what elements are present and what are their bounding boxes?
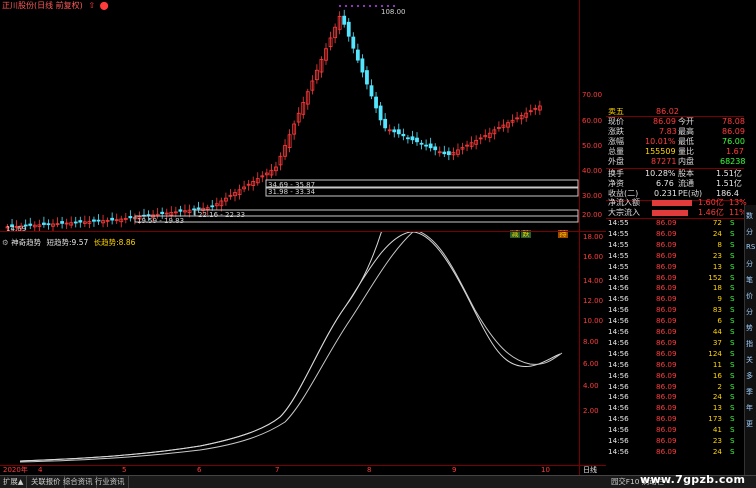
- quote-row: 涨跌 7.83 最高 86.09: [608, 127, 745, 136]
- tick-row: 14:56 86.09 18 S: [608, 283, 735, 293]
- money-flow: 净流入额 1.60亿 13% 大宗流入 1.46亿 11%: [606, 198, 747, 218]
- side-tool-button[interactable]: 关: [746, 355, 753, 365]
- trend-chart: [19, 232, 563, 463]
- tick-list[interactable]: 14:55 86.09 72 S 14:55 86.09 24 S 14:55 86.09 8 S 14…: [606, 219, 744, 465]
- tick-row: 14:55 86.09 24 S: [608, 228, 735, 238]
- axis-tick: 12.00: [583, 297, 604, 305]
- indicator-axis: 18.00 16.00 14.00 12.00 10.00 8.00 6.00 …: [583, 232, 606, 465]
- quote-row: 净资 6.76 流通 1.51亿: [608, 179, 742, 188]
- marker-icon: ⬤: [99, 1, 109, 10]
- date-label: 2020年: [3, 466, 28, 474]
- tick-row: 14:56 86.09 9 S: [608, 294, 735, 304]
- tick-row: 14:56 86.09 13 S: [608, 403, 735, 413]
- quote-topcut: 卖五 86.02: [608, 108, 679, 116]
- flow-row: 净流入额 1.60亿 13%: [608, 198, 747, 207]
- axis-tick: 40.00: [582, 167, 603, 175]
- price-annotation: 34.69 - 35.87: [268, 181, 316, 189]
- axis-tick: 50.00: [582, 142, 603, 150]
- short-trend-line-2: [19, 232, 561, 462]
- tick-row: 14:56 86.09 124 S: [608, 348, 735, 358]
- axis-tick: 70.00: [582, 91, 603, 99]
- axis-tick: 14.00: [583, 277, 604, 285]
- axis-tick: 60.00: [582, 117, 603, 125]
- axis-tick: 18.00: [583, 233, 604, 241]
- tick-row: 14:56 86.09 23 S: [608, 436, 735, 445]
- quote-row: 总量 155509 量比 1.67: [608, 147, 744, 156]
- tick-row: 14:56 86.09 6 S: [608, 316, 735, 326]
- axis-tick: 16.00: [583, 253, 604, 261]
- tick-row: 14:56 86.09 173 S: [608, 414, 735, 424]
- quote-row: 涨幅 10.01% 最低 76.00: [608, 137, 745, 146]
- side-tool-button[interactable]: 指: [746, 339, 753, 349]
- tick-row: 14:56 86.09 24 S: [608, 392, 735, 402]
- tick-row: 14:56 86.09 152 S: [608, 272, 735, 282]
- tick-row: 14:56 86.09 37 S: [608, 337, 735, 347]
- side-tool-button[interactable]: 分: [746, 259, 753, 269]
- side-tool-button[interactable]: 分: [746, 307, 753, 317]
- tick-row: 14:56 86.09 2 S: [608, 381, 735, 391]
- indicator-panel[interactable]: ⚙ 神奇趋势 短趋势:9.57 长趋势:8.86: [0, 232, 579, 465]
- side-tool-button[interactable]: 年: [746, 403, 753, 413]
- axis-tick: 8.00: [583, 338, 599, 346]
- tick-row: 14:55 86.09 72 S: [608, 219, 735, 227]
- side-tool-button[interactable]: 更: [746, 419, 753, 429]
- side-tool-button[interactable]: RS: [746, 243, 755, 251]
- short-trend-line: [19, 232, 383, 462]
- side-toolbar: 数分 RS 分笔价分势指关多季年更: [744, 205, 756, 475]
- tick-row: 14:56 86.09 83 S: [608, 305, 735, 315]
- quote-row: 现价 86.09 今开 78.08: [608, 117, 745, 126]
- stock-title: 正川股份(日线 前复权): [2, 1, 83, 10]
- axis-tick: 30.00: [582, 192, 603, 200]
- period-label[interactable]: 日线: [583, 466, 597, 475]
- side-tool-button[interactable]: 季: [746, 387, 753, 397]
- side-tool-button[interactable]: 多: [746, 371, 753, 381]
- axis-tick: 4.00: [583, 382, 599, 390]
- tick-row: 14:56 86.09 24 S: [608, 446, 735, 456]
- tick-row: 14:55 86.09 8 S: [608, 239, 735, 249]
- peak-price-label: 108.00: [381, 8, 406, 16]
- kline-panel[interactable]: 108.00 14.69 19.59 - 19.83 22.16 - 22.33…: [0, 0, 579, 238]
- axis-tick: 20.00: [582, 211, 603, 219]
- quote-row: 换手 10.28% 股本 1.51亿: [608, 169, 742, 178]
- axis-divider: [579, 0, 580, 475]
- tab-industry-news[interactable]: 行业资讯: [92, 476, 129, 488]
- side-tool-button[interactable]: 势: [746, 323, 753, 333]
- flow-bar: [652, 210, 688, 216]
- date-label: 7: [275, 466, 280, 474]
- tick-row: 14:56 86.09 41 S: [608, 425, 735, 435]
- side-tool-button[interactable]: 价: [746, 291, 753, 301]
- side-tool-button[interactable]: 分: [746, 227, 753, 237]
- axis-tick: 6.00: [583, 360, 599, 368]
- tick-row: 14:56 86.09 44 S: [608, 327, 735, 336]
- watermark: www.7gpzb.com: [640, 473, 746, 486]
- tab-expand[interactable]: 扩展▲: [0, 476, 28, 488]
- up-arrow-icon: ⇧: [88, 1, 96, 10]
- date-label: 8: [367, 466, 372, 474]
- kline-price-axis: 70.00 60.00 50.00 40.00 30.00 20.00: [582, 0, 606, 231]
- date-label: 4: [38, 466, 43, 474]
- tick-row: 14:55 86.09 23 S: [608, 250, 735, 260]
- axis-tick: 2.00: [583, 407, 599, 415]
- date-axis: 2020年 4 5 6 7 8 9 10 日线: [0, 466, 606, 475]
- price-annotation: 22.16 - 22.33: [198, 211, 246, 219]
- date-label: 5: [122, 466, 127, 474]
- flow-bar: [652, 200, 692, 206]
- date-label: 6: [197, 466, 202, 474]
- tick-row: 14:56 86.09 16 S: [608, 370, 735, 380]
- side-tool-button[interactable]: 笔: [746, 275, 753, 285]
- window-title: 正川股份(日线 前复权) ⇧ ⬤: [2, 0, 109, 11]
- tick-row: 14:56 86.09 11 S: [608, 359, 735, 369]
- axis-tick: 10.00: [583, 317, 604, 325]
- date-label: 10: [541, 466, 550, 474]
- tick-row: 14:55 86.09 13 S: [608, 261, 735, 271]
- side-tool-button[interactable]: 数: [746, 211, 753, 221]
- flow-row: 大宗流入 1.46亿 11%: [608, 208, 747, 217]
- long-trend-line: [19, 232, 563, 463]
- quote-row: 外盘 87271 内盘 68238: [608, 157, 746, 166]
- date-label: 9: [452, 466, 457, 474]
- price-annotation: 19.59 - 19.83: [137, 217, 185, 225]
